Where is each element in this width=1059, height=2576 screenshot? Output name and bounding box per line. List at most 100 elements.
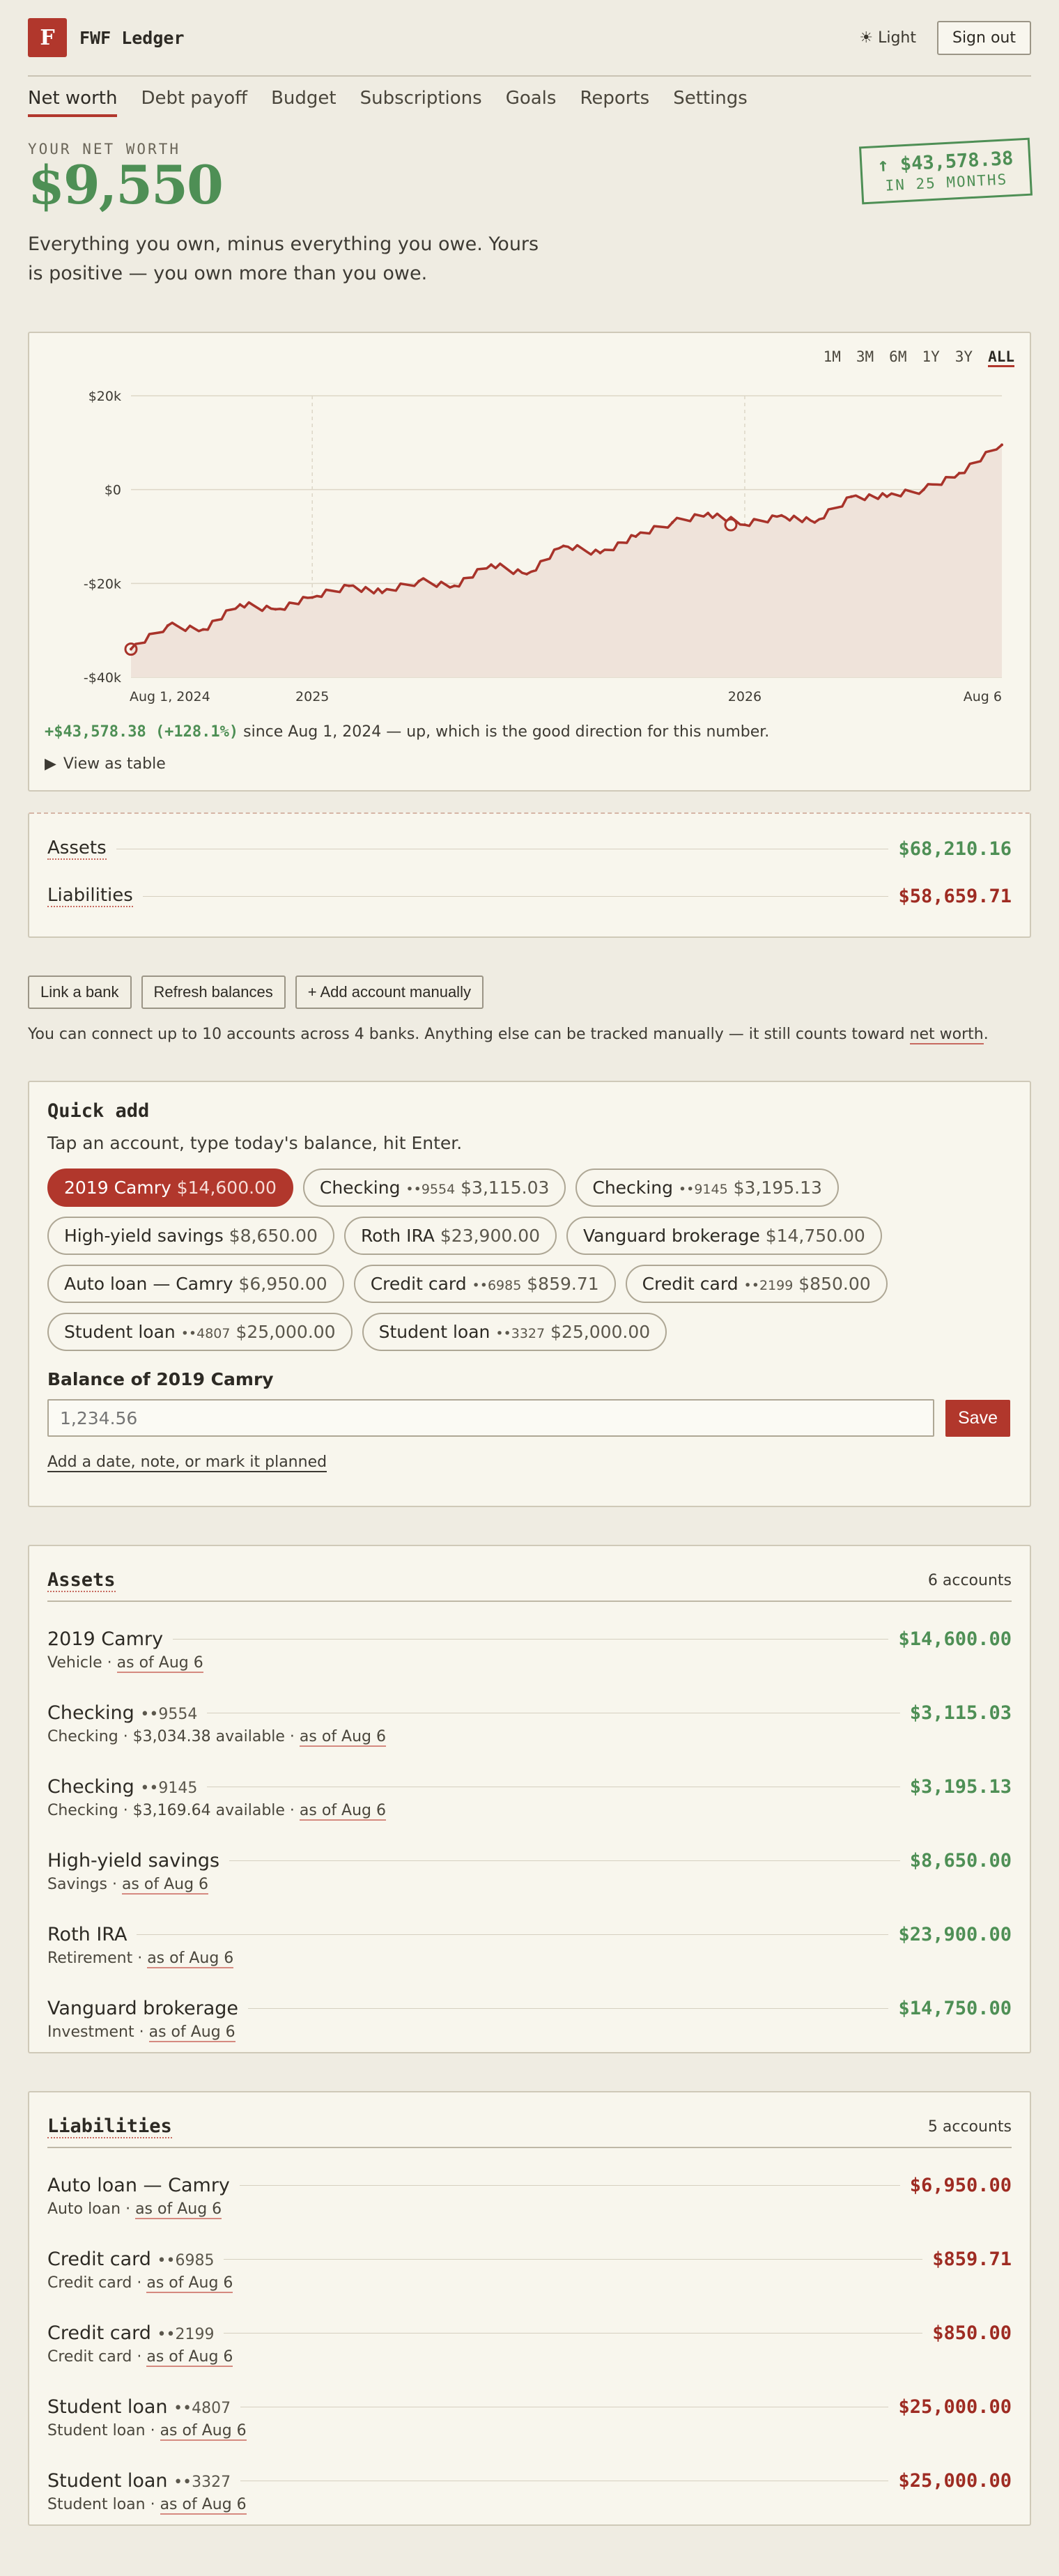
as-of-date-link[interactable]: as of Aug 6	[135, 2200, 222, 2219]
data-point	[274, 608, 277, 611]
assets-list: 2019 Camry $14,600.00 Vehicle · as of Aug …	[47, 1602, 1012, 2045]
account-chip[interactable]: Auto loan — Camry $6,950.00	[47, 1265, 344, 1303]
range-3m[interactable]: 3M	[856, 348, 874, 367]
assets-total-label[interactable]: Assets	[47, 838, 107, 860]
theme-toggle[interactable]: ☀ Light	[859, 29, 916, 47]
assets-title[interactable]: Assets	[47, 1569, 116, 1592]
account-row[interactable]: Credit card ••2199 $850.00 Credit card · a…	[47, 2296, 1012, 2370]
account-chip[interactable]: Student loan ••4807 $25,000.00	[47, 1313, 353, 1351]
link-bank-button[interactable]: Link a bank	[28, 975, 132, 1009]
account-row[interactable]: Auto loan — Camry $6,950.00 Auto loan · as…	[47, 2148, 1012, 2222]
account-row[interactable]: Vanguard brokerage $14,750.00 Investment ·…	[47, 1971, 1012, 2045]
as-of-date-link[interactable]: as of Aug 6	[146, 2274, 233, 2293]
account-name: 2019 Camry	[47, 1628, 163, 1650]
chip-amount: $8,650.00	[229, 1226, 318, 1246]
account-row[interactable]: Student loan ••3327 $25,000.00 Student loa…	[47, 2444, 1012, 2517]
nav-item-debt-payoff[interactable]: Debt payoff	[141, 88, 247, 114]
as-of-date-link[interactable]: as of Aug 6	[121, 1876, 209, 1895]
as-of-date-link[interactable]: as of Aug 6	[146, 2348, 233, 2367]
range-1m[interactable]: 1M	[824, 348, 841, 367]
data-point	[311, 596, 314, 599]
account-balance: $6,950.00	[909, 2175, 1012, 2196]
chip-name: Student loan	[378, 1322, 490, 1342]
chip-name: Roth IRA	[360, 1226, 435, 1246]
chip-name: High-yield savings	[64, 1226, 224, 1246]
hover-marker[interactable]	[724, 518, 738, 532]
account-balance: $850.00	[932, 2322, 1012, 2344]
account-row[interactable]: Roth IRA $23,900.00 Retirement · as of Aug…	[47, 1897, 1012, 1971]
liabilities-title[interactable]: Liabilities	[47, 2115, 172, 2138]
account-name-text: 2019 Camry	[47, 1628, 164, 1650]
account-name: High-yield savings	[47, 1850, 219, 1872]
range-all[interactable]: ALL	[988, 348, 1014, 367]
account-meta: Savings · as of Aug 6	[47, 1876, 1012, 1895]
range-6m[interactable]: 6M	[889, 348, 906, 367]
nav-item-subscriptions[interactable]: Subscriptions	[360, 88, 482, 114]
leader-line	[229, 1860, 900, 1861]
account-name: Credit card ••6985	[47, 2249, 214, 2270]
as-of-date-link[interactable]: as of Aug 6	[116, 1654, 203, 1673]
nav-item-reports[interactable]: Reports	[580, 88, 649, 114]
chart-since-text: since Aug 1, 2024 — up, which is the goo…	[238, 723, 770, 741]
range-1y[interactable]: 1Y	[922, 348, 939, 367]
account-chip[interactable]: High-yield savings $8,650.00	[47, 1217, 334, 1255]
range-3y[interactable]: 3Y	[955, 348, 973, 367]
account-name-text: Student loan	[47, 2470, 168, 2492]
account-chip[interactable]: Checking ••9554 $3,115.03	[302, 1169, 566, 1207]
nav-item-net-worth[interactable]: Net worth	[28, 88, 118, 117]
chip-amount: $3,195.13	[733, 1178, 822, 1198]
account-row-top: Student loan ••4807 $25,000.00	[47, 2396, 1012, 2418]
account-row[interactable]: High-yield savings $8,650.00 Savings · as …	[47, 1823, 1012, 1897]
account-name-text: Student loan	[47, 2396, 168, 2418]
account-chip[interactable]: Vanguard brokerage $14,750.00	[566, 1217, 882, 1255]
account-type: Vehicle ·	[47, 1654, 117, 1672]
add-details-link[interactable]: Add a date, note, or mark it planned	[47, 1453, 327, 1472]
account-row[interactable]: Student loan ••4807 $25,000.00 Student loa…	[47, 2370, 1012, 2444]
account-chip[interactable]: Credit card ••2199 $850.00	[625, 1265, 888, 1303]
y-tick-label: $0	[105, 483, 121, 498]
assets-total-row: Assets $68,210.16	[47, 825, 1012, 872]
area-fill	[131, 445, 1002, 677]
nav-item-settings[interactable]: Settings	[673, 88, 748, 114]
data-point	[922, 488, 925, 491]
account-row[interactable]: Credit card ••6985 $859.71 Credit card · a…	[47, 2222, 1012, 2296]
as-of-date-link[interactable]: as of Aug 6	[299, 1802, 387, 1821]
y-tick-label: -$40k	[84, 670, 121, 686]
as-of-date-link[interactable]: as of Aug 6	[160, 2496, 247, 2515]
account-name: Checking ••9554	[47, 1702, 197, 1724]
account-chip[interactable]: Checking ••9145 $3,195.13	[575, 1169, 839, 1207]
account-row[interactable]: Checking ••9145 $3,195.13 Checking · $3,16…	[47, 1750, 1012, 1823]
account-name: Vanguard brokerage	[47, 1998, 238, 2019]
as-of-date-link[interactable]: as of Aug 6	[147, 1950, 234, 1968]
account-row-top: 2019 Camry $14,600.00	[47, 1628, 1012, 1650]
brand[interactable]: F FWF Ledger	[28, 18, 185, 57]
theme-toggle-label: ☀ Light	[859, 29, 916, 47]
account-chip[interactable]: Credit card ••6985 $859.71	[353, 1265, 616, 1303]
liabilities-total-label[interactable]: Liabilities	[47, 885, 133, 907]
net-worth-link[interactable]: net worth	[909, 1026, 984, 1044]
chip-name: 2019 Camry	[64, 1178, 171, 1198]
account-row[interactable]: 2019 Camry $14,600.00 Vehicle · as of Aug …	[47, 1602, 1012, 1676]
data-point	[850, 495, 853, 498]
balance-input[interactable]	[47, 1399, 934, 1437]
account-chip[interactable]: Roth IRA $23,900.00	[343, 1217, 557, 1255]
as-of-date-link[interactable]: as of Aug 6	[299, 1728, 387, 1747]
y-tick-label: -$20k	[84, 576, 121, 592]
account-row[interactable]: Checking ••9554 $3,115.03 Checking · $3,03…	[47, 1676, 1012, 1750]
nav-item-goals[interactable]: Goals	[506, 88, 557, 114]
save-button[interactable]: Save	[945, 1399, 1010, 1437]
as-of-date-link[interactable]: as of Aug 6	[160, 2422, 247, 2441]
view-as-table-toggle[interactable]: ▶ View as table	[45, 755, 166, 773]
chip-name: Credit card	[370, 1274, 467, 1294]
account-chip[interactable]: 2019 Camry $14,600.00	[47, 1169, 293, 1207]
y-tick-label: $20k	[88, 389, 121, 404]
nav-item-budget[interactable]: Budget	[271, 88, 337, 114]
add-account-manually-button[interactable]: + Add account manually	[295, 975, 484, 1009]
account-type: Checking · $3,169.64 available ·	[47, 1802, 300, 1819]
as-of-date-link[interactable]: as of Aug 6	[148, 2023, 235, 2042]
refresh-balances-button[interactable]: Refresh balances	[141, 975, 286, 1009]
chip-account-mask: ••4807	[180, 1326, 231, 1341]
sign-out-button[interactable]: Sign out	[936, 20, 1031, 55]
liabilities-panel: Liabilities 5 accounts Auto loan — Camry…	[28, 2091, 1031, 2526]
account-chip[interactable]: Student loan ••3327 $25,000.00	[362, 1313, 667, 1351]
